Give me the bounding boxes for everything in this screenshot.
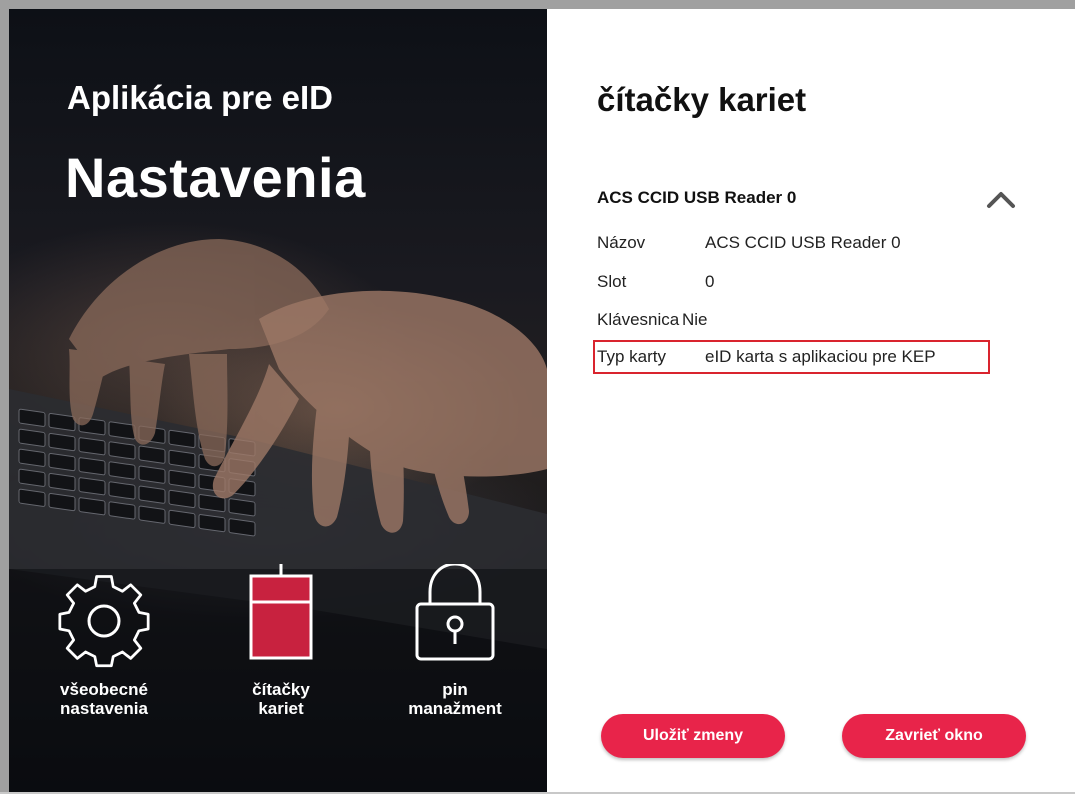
close-window-button[interactable]: Zavrieť okno [842,714,1026,758]
right-panel: čítačky kariet ACS CCID USB Reader 0 Náz… [547,9,1075,792]
reader-title: ACS CCID USB Reader 0 [597,188,797,207]
lock-icon [415,564,495,661]
settings-heading: Nastavenia [65,146,366,209]
reader-slot-label: Slot [597,272,627,291]
nav-general-settings[interactable]: všeobecné nastavenia [29,564,179,734]
nav-pin-management-label: pin manažment [408,680,502,718]
nav-card-readers[interactable]: čítačky kariet [206,564,356,734]
app-title: Aplikácia pre eID [67,79,333,116]
reader-accordion-header[interactable]: ACS CCID USB Reader 0 [597,184,1027,214]
reader-slot-value: 0 [705,272,715,291]
window-frame-left [0,0,9,794]
card-reader-icon [249,564,313,660]
nav-card-readers-label: čítačky kariet [252,680,310,718]
nav-general-settings-label: všeobecné nastavenia [60,680,148,718]
reader-name-value: ACS CCID USB Reader 0 [705,233,901,252]
chevron-up-icon[interactable] [981,184,1021,214]
window-frame-top [0,0,1075,9]
left-panel: Aplikácia pre eID Nastavenia všeobecné n… [9,9,547,792]
reader-name-label: Názov [597,233,646,252]
reader-keyboard-value: Nie [682,310,708,329]
gear-icon [58,575,150,668]
nav-pin-management[interactable]: pin manažment [380,564,530,734]
page-title: čítačky kariet [597,81,807,118]
reader-keyboard-label: Klávesnica [597,310,680,329]
save-changes-button[interactable]: Uložiť zmeny [601,714,785,758]
card-type-highlight [593,340,990,374]
